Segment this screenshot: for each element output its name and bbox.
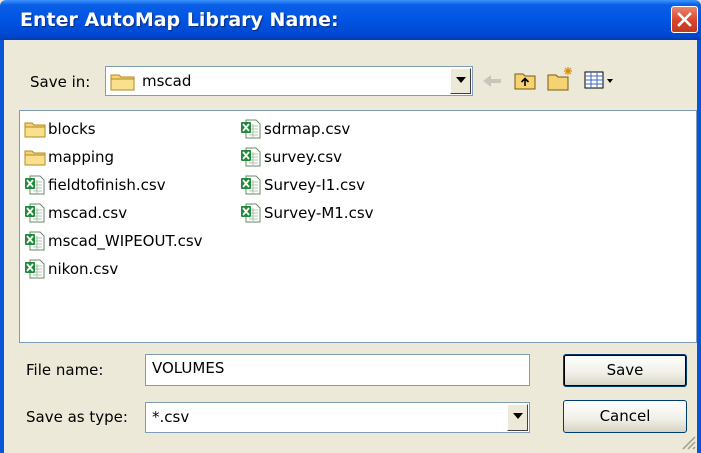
file-list-item[interactable]: blocks (24, 118, 96, 140)
file-list-item[interactable]: fieldtofinish.csv (24, 174, 166, 196)
folder-icon (24, 122, 46, 138)
save-dialog: Enter AutoMap Library Name: Save in: msc… (0, 0, 701, 453)
file-list-item-name: mscad_WIPEOUT.csv (48, 232, 203, 250)
save-as-type-label: Save as type: (26, 408, 128, 426)
file-list-item[interactable]: mscad.csv (24, 202, 127, 224)
dialog-title: Enter AutoMap Library Name: (20, 9, 339, 31)
file-list-item[interactable]: Survey-I1.csv (240, 174, 365, 196)
excel-file-icon (241, 119, 261, 139)
file-list-item[interactable]: sdrmap.csv (240, 118, 350, 140)
file-list-item[interactable]: Survey-M1.csv (240, 202, 374, 224)
up-folder-icon[interactable] (513, 69, 537, 91)
file-list-item-name: nikon.csv (48, 260, 119, 278)
excel-file-icon (241, 147, 261, 167)
view-menu-icon[interactable] (584, 70, 616, 90)
excel-file-icon (25, 175, 45, 195)
close-button[interactable] (671, 6, 698, 33)
file-list-item-name: blocks (48, 120, 96, 138)
save-in-dropdown[interactable]: mscad (105, 66, 473, 96)
file-name-label: File name: (26, 361, 104, 379)
save-as-type-value: *.csv (152, 408, 190, 426)
save-button[interactable]: Save (563, 354, 687, 387)
excel-file-icon (25, 231, 45, 251)
folder-icon (24, 150, 46, 166)
folder-icon (110, 74, 135, 91)
file-list-item[interactable]: mscad_WIPEOUT.csv (24, 230, 203, 252)
file-list[interactable]: blocks mapping fieldtofinish.csv mscad.csv m… (19, 110, 697, 343)
file-list-item-name: survey.csv (264, 148, 343, 166)
file-list-item-name: sdrmap.csv (264, 120, 351, 138)
file-name-input[interactable]: VOLUMES (145, 354, 530, 386)
back-arrow-icon[interactable] (481, 72, 503, 90)
new-folder-icon[interactable] (546, 66, 574, 92)
file-list-item[interactable]: survey.csv (240, 146, 342, 168)
excel-file-icon (25, 203, 45, 223)
file-list-item-name: mscad.csv (48, 204, 128, 222)
file-list-item-name: Survey-M1.csv (264, 204, 374, 222)
save-as-type-dropdown-button[interactable] (507, 404, 528, 431)
title-bar[interactable]: Enter AutoMap Library Name: (0, 0, 701, 40)
resize-grip-icon[interactable] (678, 432, 696, 450)
close-icon (677, 12, 692, 27)
cancel-button[interactable]: Cancel (563, 400, 687, 433)
file-list-item-name: Survey-I1.csv (264, 176, 366, 194)
file-list-item-name: fieldtofinish.csv (48, 176, 166, 194)
excel-file-icon (25, 259, 45, 279)
save-in-dropdown-button[interactable] (450, 68, 471, 94)
right-border (697, 40, 701, 453)
file-list-item[interactable]: nikon.csv (24, 258, 118, 280)
save-as-type-dropdown[interactable]: *.csv (145, 402, 530, 433)
left-border (0, 40, 4, 453)
save-in-value: mscad (142, 72, 192, 90)
save-in-label: Save in: (30, 73, 91, 91)
excel-file-icon (241, 175, 261, 195)
file-list-item-name: mapping (48, 148, 115, 166)
excel-file-icon (241, 203, 261, 223)
file-list-item[interactable]: mapping (24, 146, 114, 168)
